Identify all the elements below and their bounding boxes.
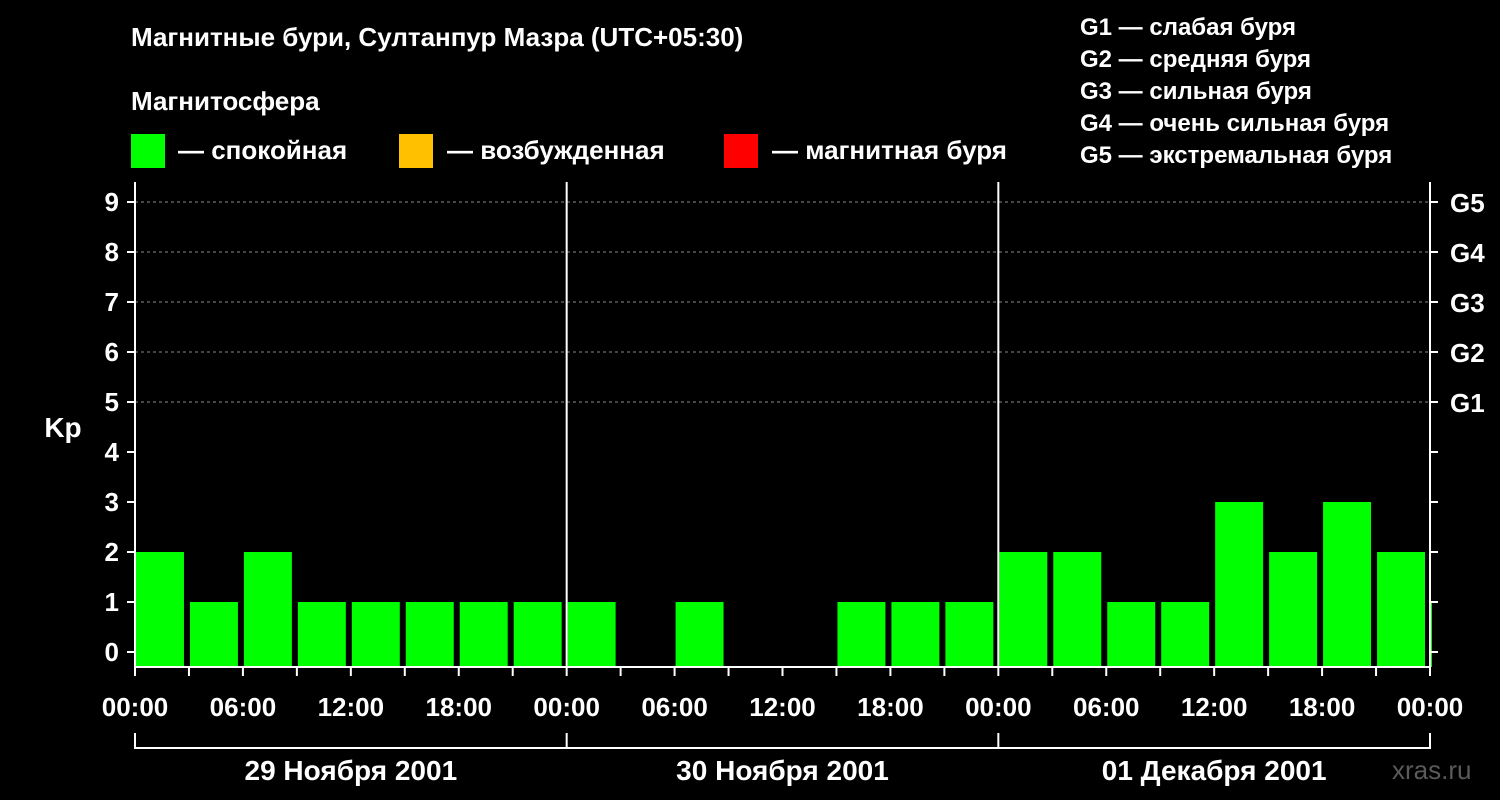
kp-bar	[351, 602, 400, 667]
y-tick-label: 5	[105, 387, 119, 417]
day-label: 29 Ноября 2001	[245, 755, 458, 786]
x-tick-label: 18:00	[1289, 692, 1356, 722]
y-tick-label: 6	[105, 337, 119, 367]
g-level-label: G4	[1450, 238, 1485, 268]
x-tick-label: 12:00	[749, 692, 816, 722]
y-tick-label: 0	[105, 637, 119, 667]
x-tick-label: 18:00	[857, 692, 924, 722]
kp-bar	[1053, 552, 1102, 667]
x-tick-label: 12:00	[1181, 692, 1248, 722]
kp-bar	[891, 602, 940, 667]
day-label: 30 Ноября 2001	[676, 755, 889, 786]
kp-bar	[837, 602, 886, 667]
kp-chart: 0 1 2 3 4 5 6 7 8 9 G1 G2 G3 G4 G5 Kp 00:00 06:00 12:00 18:…	[44, 182, 1485, 786]
kp-bar	[513, 602, 562, 667]
brand-watermark: xras.ru	[1392, 755, 1472, 785]
kp-bar	[945, 602, 994, 667]
kp-bar	[567, 602, 616, 667]
kp-bar	[459, 602, 508, 667]
kp-bar	[1161, 602, 1210, 667]
kp-bar	[297, 602, 346, 667]
kp-bar	[1323, 502, 1372, 667]
day-label: 01 Декабря 2001	[1102, 755, 1327, 786]
x-tick-label: 06:00	[1073, 692, 1140, 722]
kp-bar	[243, 552, 292, 667]
kp-bar	[999, 552, 1048, 667]
kp-bar	[136, 552, 184, 667]
g-level-label: G1	[1450, 388, 1485, 418]
x-tick-label: 12:00	[318, 692, 385, 722]
kp-bar	[675, 602, 724, 667]
g-level-label: G2	[1450, 338, 1485, 368]
g-level-label: G5	[1450, 188, 1485, 218]
y-tick-label: 8	[105, 237, 119, 267]
x-tick-label: 18:00	[426, 692, 493, 722]
x-tick-label: 06:00	[641, 692, 708, 722]
x-tick-label: 00:00	[533, 692, 600, 722]
kp-bar	[1215, 502, 1264, 667]
kp-bar	[1431, 602, 1432, 667]
y-tick-label: 7	[105, 287, 119, 317]
y-tick-label: 1	[105, 587, 119, 617]
kp-bar	[1377, 552, 1425, 667]
kp-bar	[405, 602, 454, 667]
y-tick-label: 3	[105, 487, 119, 517]
y-tick-label: 2	[105, 537, 119, 567]
kp-bar	[1269, 552, 1318, 667]
y-tick-label: 9	[105, 187, 119, 217]
y-tick-label: 4	[105, 437, 120, 467]
kp-bar	[189, 602, 238, 667]
g-level-label: G3	[1450, 288, 1485, 318]
x-tick-label: 06:00	[210, 692, 277, 722]
y-axis-label: Kp	[44, 412, 81, 443]
x-tick-label: 00:00	[965, 692, 1032, 722]
x-tick-label: 00:00	[1397, 692, 1464, 722]
x-tick-label: 00:00	[102, 692, 169, 722]
kp-bar	[1107, 602, 1156, 667]
